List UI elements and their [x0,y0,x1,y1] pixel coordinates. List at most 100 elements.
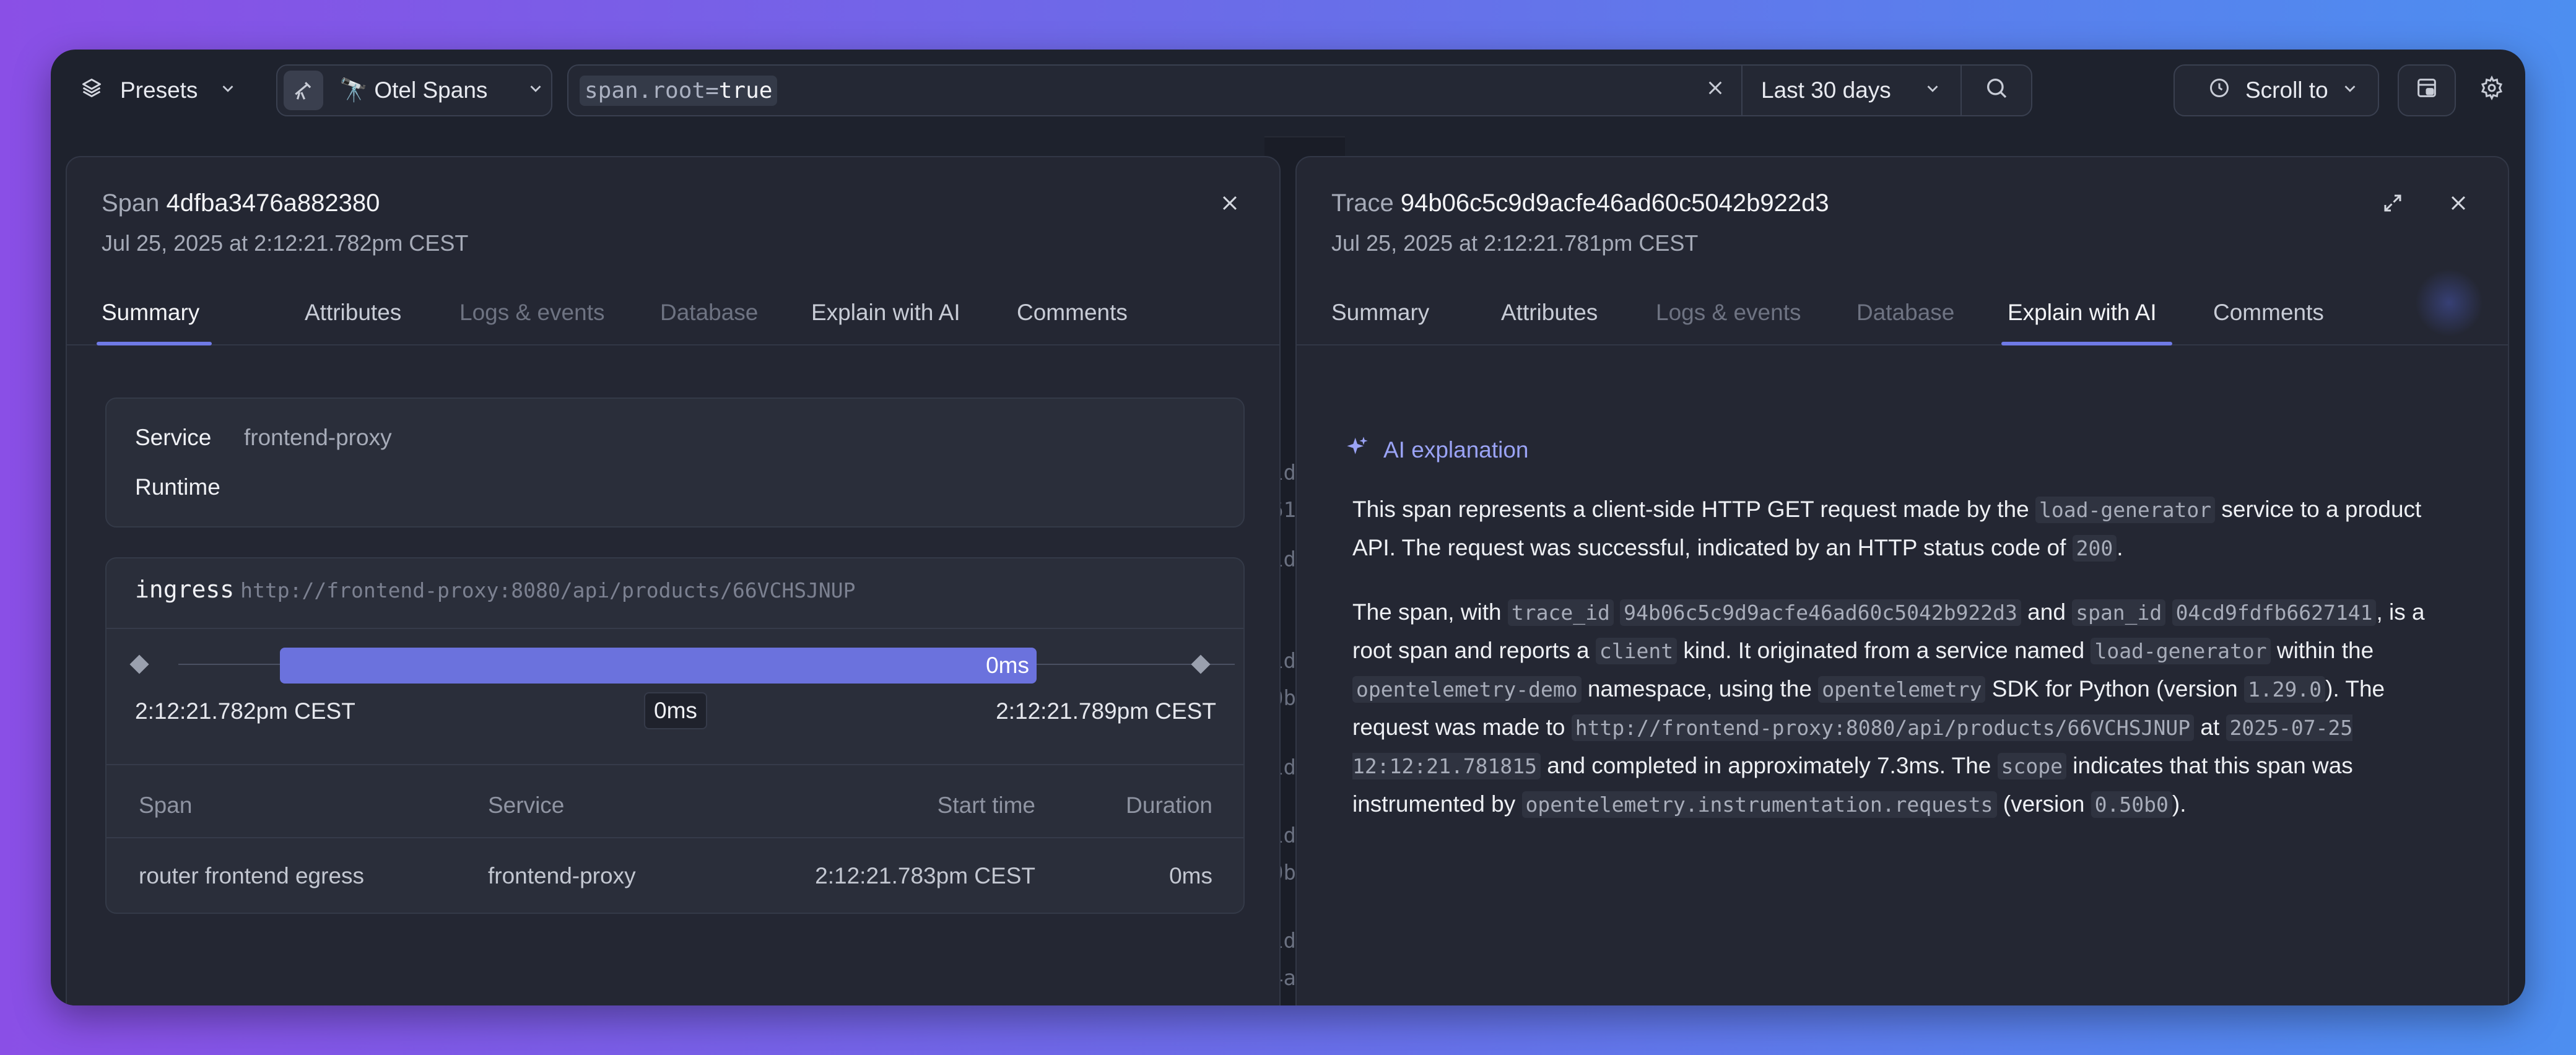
text-run: The span, with [1352,599,1508,625]
code-token: trace_id [1507,599,1614,626]
span-timeline-card: ingress http://frontend-proxy:8080/api/pr… [105,557,1245,914]
scroll-to-dropdown[interactable]: Scroll to [2174,64,2379,116]
layers-icon [80,77,103,105]
text-run: kind. It originated from a service named [1677,638,2091,663]
scroll-to-label: Scroll to [2245,77,2328,103]
chevron-down-icon [1923,77,1942,103]
active-tab-indicator [97,342,212,345]
timeline-end-label: 2:12:21.789pm CEST [996,698,1216,724]
timeline-start-label: 2:12:21.782pm CEST [135,698,355,724]
text-run [1614,599,1620,625]
column-header-service: Service [488,792,565,818]
close-panel-button[interactable] [1215,189,1245,219]
text-run: and completed in approximately 7.3ms. Th… [1541,753,1998,778]
search-icon [1984,76,2009,106]
code-token: opentelemetry.instrumentation.requests [1521,791,1997,818]
column-header-duration: Duration [1126,792,1212,818]
ai-paragraph-1: This span represents a client-side HTTP … [1352,490,2461,567]
service-label: Service [135,425,212,450]
span-duration-bar[interactable]: 0ms [280,648,1037,684]
expand-panel-button[interactable] [2378,189,2408,219]
timeline-duration-label: 0ms [644,692,707,729]
tab-attributes[interactable]: Attributes [1501,300,1598,326]
ai-explanation-heading: AI explanation [1345,435,1529,465]
query-key: span.root= [585,77,719,103]
clock-icon [2208,77,2230,105]
service-value: frontend-proxy [244,425,392,450]
query-bar: span.root=true Last 30 days [567,64,2032,116]
close-icon [2448,193,2469,217]
code-token: load-generator [2091,638,2271,664]
presets-dropdown[interactable]: Presets [80,64,237,116]
text-run: at [2194,714,2226,740]
title-kind: Span [102,189,160,217]
code-token: 0.50b0 [2091,791,2172,818]
span-timestamp: Jul 25, 2025 at 2:12:21.782pm CEST [102,230,469,256]
code-token: opentelemetry-demo [1352,676,1582,703]
tab-comments[interactable]: Comments [1017,300,1128,326]
row-divider [1264,136,1345,137]
tab-logs-events[interactable]: Logs & events [459,300,604,326]
close-icon [1219,193,1240,217]
sidebar-layout-icon [2414,76,2439,106]
close-panel-button[interactable] [2443,189,2473,219]
chevron-down-icon [526,77,545,103]
tab-database[interactable]: Database [1856,300,1954,326]
text-run [2165,599,2172,625]
time-range-dropdown[interactable]: Last 30 days [1743,77,1960,103]
text-run: ). [2172,791,2187,817]
tab-summary[interactable]: Summary [1331,300,1429,326]
column-header-start-time: Start time [937,792,1035,818]
text-run: and [2021,599,2073,625]
tab-explain-ai[interactable]: Explain with AI [811,300,960,326]
chevron-down-icon [219,77,237,103]
bar-duration-label: 0ms [986,653,1029,678]
source-label: 🔭 Otel Spans [339,77,488,103]
runtime-label: Runtime [135,474,220,500]
ai-paragraph-2: The span, with trace_id 94b06c5c9d9acfe4… [1352,593,2461,823]
trace-detail-panel: Trace 94b06c5c9d9acfe46ad60c5042b922d3 J… [1295,156,2509,1005]
query-input[interactable]: span.root=true [580,75,1689,106]
text-run: This span represents a client-side HTTP … [1352,497,2035,522]
span-name: ingress [135,576,235,603]
code-token: 94b06c5c9d9acfe46ad60c5042b922d3 [1620,599,2021,626]
text-run: . [2117,535,2123,560]
close-icon [1705,77,1725,103]
code-token: 04cd9fdfb6627141 [2172,599,2377,626]
divider [107,628,1243,629]
telescope-tool-button[interactable] [284,71,323,110]
clear-query-button[interactable] [1689,64,1741,116]
active-tab-indicator [2001,342,2172,345]
chevron-down-icon [2341,77,2359,103]
sparkles-icon [1345,435,1370,465]
span-detail-panel: Span 4dfba3476a882380 Jul 25, 2025 at 2:… [66,156,1281,1005]
code-token: client [1595,638,1677,664]
divider [107,837,1243,838]
tab-explain-ai[interactable]: Explain with AI [2008,300,2157,326]
cell-service: frontend-proxy [488,863,636,888]
cell-start-time: 2:12:21.783pm CEST [815,863,1035,888]
search-button[interactable] [1962,76,2031,106]
tab-bar: Summary Attributes Logs & events Databas… [67,293,1279,345]
code-token: load-generator [2035,497,2216,523]
gear-icon [2479,75,2504,106]
text-run: namespace, using the [1581,676,1819,701]
span-url: http://frontend-proxy:8080/api/products/… [240,578,856,602]
text-run: within the [2270,638,2374,663]
code-token: span_id [2072,599,2166,626]
tab-database[interactable]: Database [660,300,758,326]
expand-icon [2382,192,2404,217]
layout-toggle-button[interactable] [2398,64,2456,116]
presets-label: Presets [120,77,198,103]
tab-logs-events[interactable]: Logs & events [1656,300,1801,326]
tab-comments[interactable]: Comments [2213,300,2324,326]
span-id: 4dfba3476a882380 [166,189,380,217]
tab-attributes[interactable]: Attributes [305,300,401,326]
settings-button[interactable] [2473,64,2510,116]
ai-heading-label: AI explanation [1383,436,1529,462]
timeline-end-marker [1191,654,1211,674]
source-selector[interactable]: 🔭 Otel Spans [276,64,552,116]
tab-bar: Summary Attributes Logs & events Databas… [1297,293,2508,345]
tab-summary[interactable]: Summary [102,300,199,326]
code-token: http://frontend-proxy:8080/api/products/… [1571,714,2195,741]
